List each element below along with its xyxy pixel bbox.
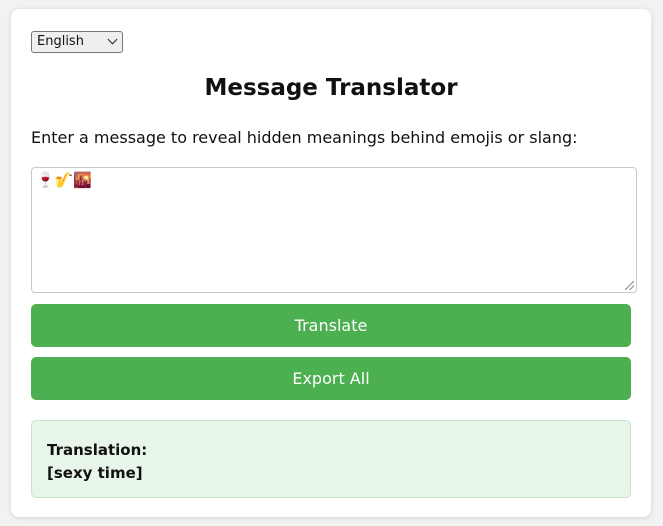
language-select-value: English	[37, 34, 84, 49]
translation-heading: Translation:	[47, 441, 148, 459]
message-input[interactable]: 🍷🎷🌇	[31, 167, 637, 293]
message-input-value: 🍷🎷🌇	[36, 171, 93, 189]
translation-text: [sexy time]	[47, 464, 143, 482]
chevron-down-icon	[107, 34, 118, 45]
page-title: Message Translator	[204, 75, 458, 101]
resize-handle-icon[interactable]	[625, 281, 634, 290]
translation-result: Translation: [sexy time]	[31, 420, 631, 498]
translate-button[interactable]: Translate	[31, 304, 631, 347]
language-select[interactable]: English	[31, 31, 123, 53]
translator-card: English Message Translator Enter a messa…	[11, 9, 651, 517]
instruction-text: Enter a message to reveal hidden meaning…	[31, 128, 578, 147]
export-all-button[interactable]: Export All	[31, 357, 631, 400]
